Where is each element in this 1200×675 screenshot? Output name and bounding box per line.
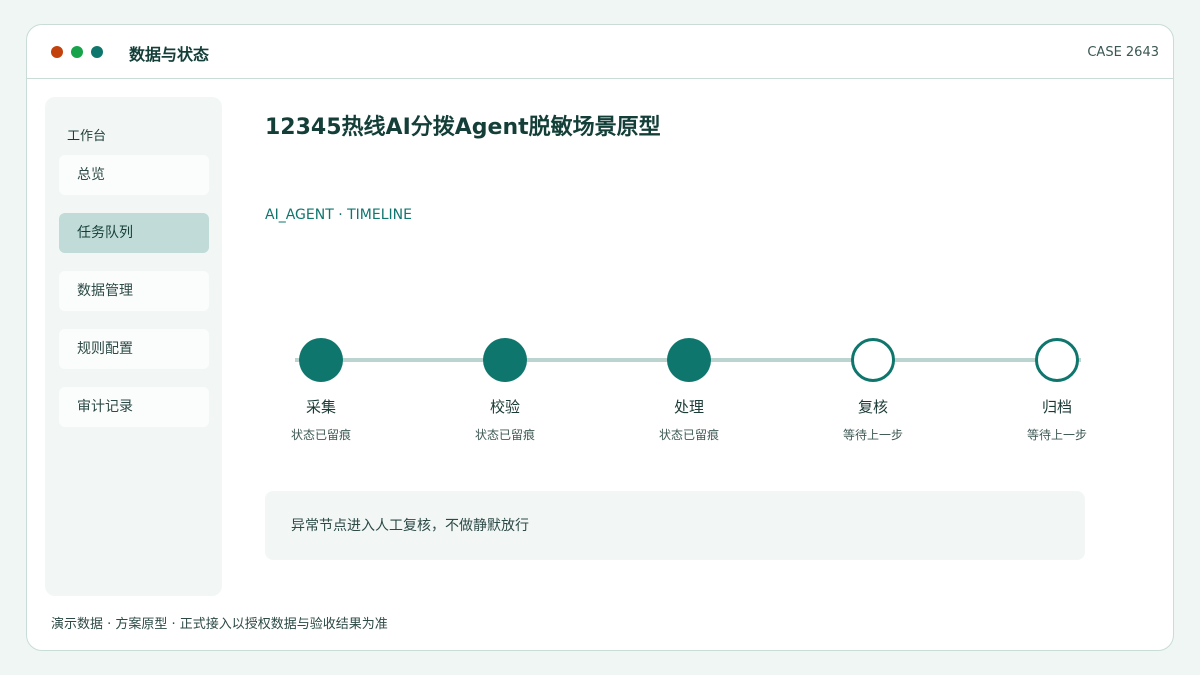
timeline-step-1-status: 状态已留痕 [290,428,351,442]
timeline-step-2-status: 状态已留痕 [474,428,535,442]
timeline-step-1-marker [299,338,343,382]
footer-note: 演示数据 · 方案原型 · 正式接入以授权数据与验收结果为准 [51,617,388,632]
timeline-step-3-marker [667,338,711,382]
timeline-step-5-status: 等待上一步 [1026,428,1087,442]
timeline-step-5-marker [1035,338,1079,382]
timeline-step-2-label: 校验 [489,398,520,416]
timeline-step-2-marker [483,338,527,382]
timeline-step-4-marker [851,338,895,382]
app-window: 数据与状态 CASE 2643 工作台 总览 任务队列 数据管理 规则配置 审计… [26,24,1174,651]
timeline-step-3-label: 处理 [673,398,704,416]
timeline-step-4-status: 等待上一步 [842,428,903,442]
timeline-step-3-status: 状态已留痕 [658,428,719,442]
notice-banner: 异常节点进入人工复核，不做静默放行 [265,491,1085,560]
timeline-step-4-label: 复核 [857,398,888,416]
timeline-step-1-label: 采集 [305,398,336,416]
timeline-step-5-label: 归档 [1041,398,1072,416]
